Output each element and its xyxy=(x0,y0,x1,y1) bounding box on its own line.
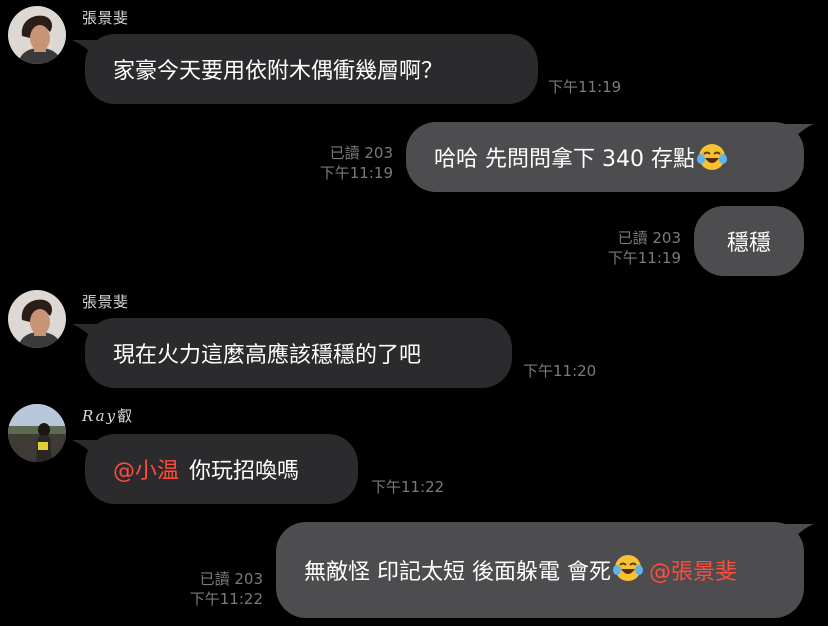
message-time: 下午11:22 xyxy=(371,478,445,496)
message-time: 下午11:20 xyxy=(523,362,597,380)
sender-name-suffix: 叡 xyxy=(117,407,133,425)
message-bubble[interactable]: 哈哈 先問問拿下 340 存點 xyxy=(406,122,804,192)
message-meta: 已讀 203 下午11:19 xyxy=(588,228,681,268)
message-bubble[interactable]: @小温 你玩招喚嗎 xyxy=(85,434,358,504)
read-receipt: 已讀 203 xyxy=(199,570,263,588)
avatar[interactable] xyxy=(8,404,66,462)
message-meta: 已讀 203 下午11:19 xyxy=(300,143,393,183)
message-text: 你玩招喚嗎 xyxy=(189,459,300,484)
message-bubble[interactable]: 現在火力這麼高應該穩穩的了吧 xyxy=(85,318,512,388)
message-text: 家豪今天要用依附木偶衝幾層啊？ xyxy=(113,59,444,84)
sender-name: 張景斐 xyxy=(82,293,129,311)
face-with-tears-of-joy-icon xyxy=(696,144,727,170)
message-time: 下午11:19 xyxy=(607,249,681,267)
avatar[interactable] xyxy=(8,6,66,64)
message-text: 無敵怪 印記太短 後面躲電 會死 xyxy=(304,559,611,585)
sender-name: 張景斐 xyxy=(82,9,129,27)
message-bubble[interactable]: 無敵怪 印記太短 後面躲電 會死 @張景斐 xyxy=(276,522,804,618)
read-receipt: 已讀 203 xyxy=(329,144,393,162)
read-receipt: 已讀 203 xyxy=(617,229,681,247)
message-text: 穩穩 xyxy=(726,231,771,256)
avatar[interactable] xyxy=(8,290,66,348)
message-time: 下午11:22 xyxy=(189,590,263,608)
message-text: 現在火力這麼高應該穩穩的了吧 xyxy=(113,343,422,368)
message-bubble[interactable]: 穩穩 xyxy=(694,206,804,276)
message-bubble[interactable]: 家豪今天要用依附木偶衝幾層啊？ xyxy=(85,34,538,104)
mention-link[interactable]: @小温 xyxy=(113,453,179,485)
sender-name-stylized: Ray xyxy=(82,407,118,425)
mention-link[interactable]: @張景斐 xyxy=(649,560,737,585)
message-meta: 已讀 203 下午11:22 xyxy=(170,569,263,609)
sender-name: Ray叡 xyxy=(82,405,133,426)
message-text: 哈哈 先問問拿下 340 存點 xyxy=(434,147,695,172)
message-time: 下午11:19 xyxy=(548,78,622,96)
face-with-tears-of-joy-icon xyxy=(612,554,643,581)
message-time: 下午11:19 xyxy=(319,164,393,182)
